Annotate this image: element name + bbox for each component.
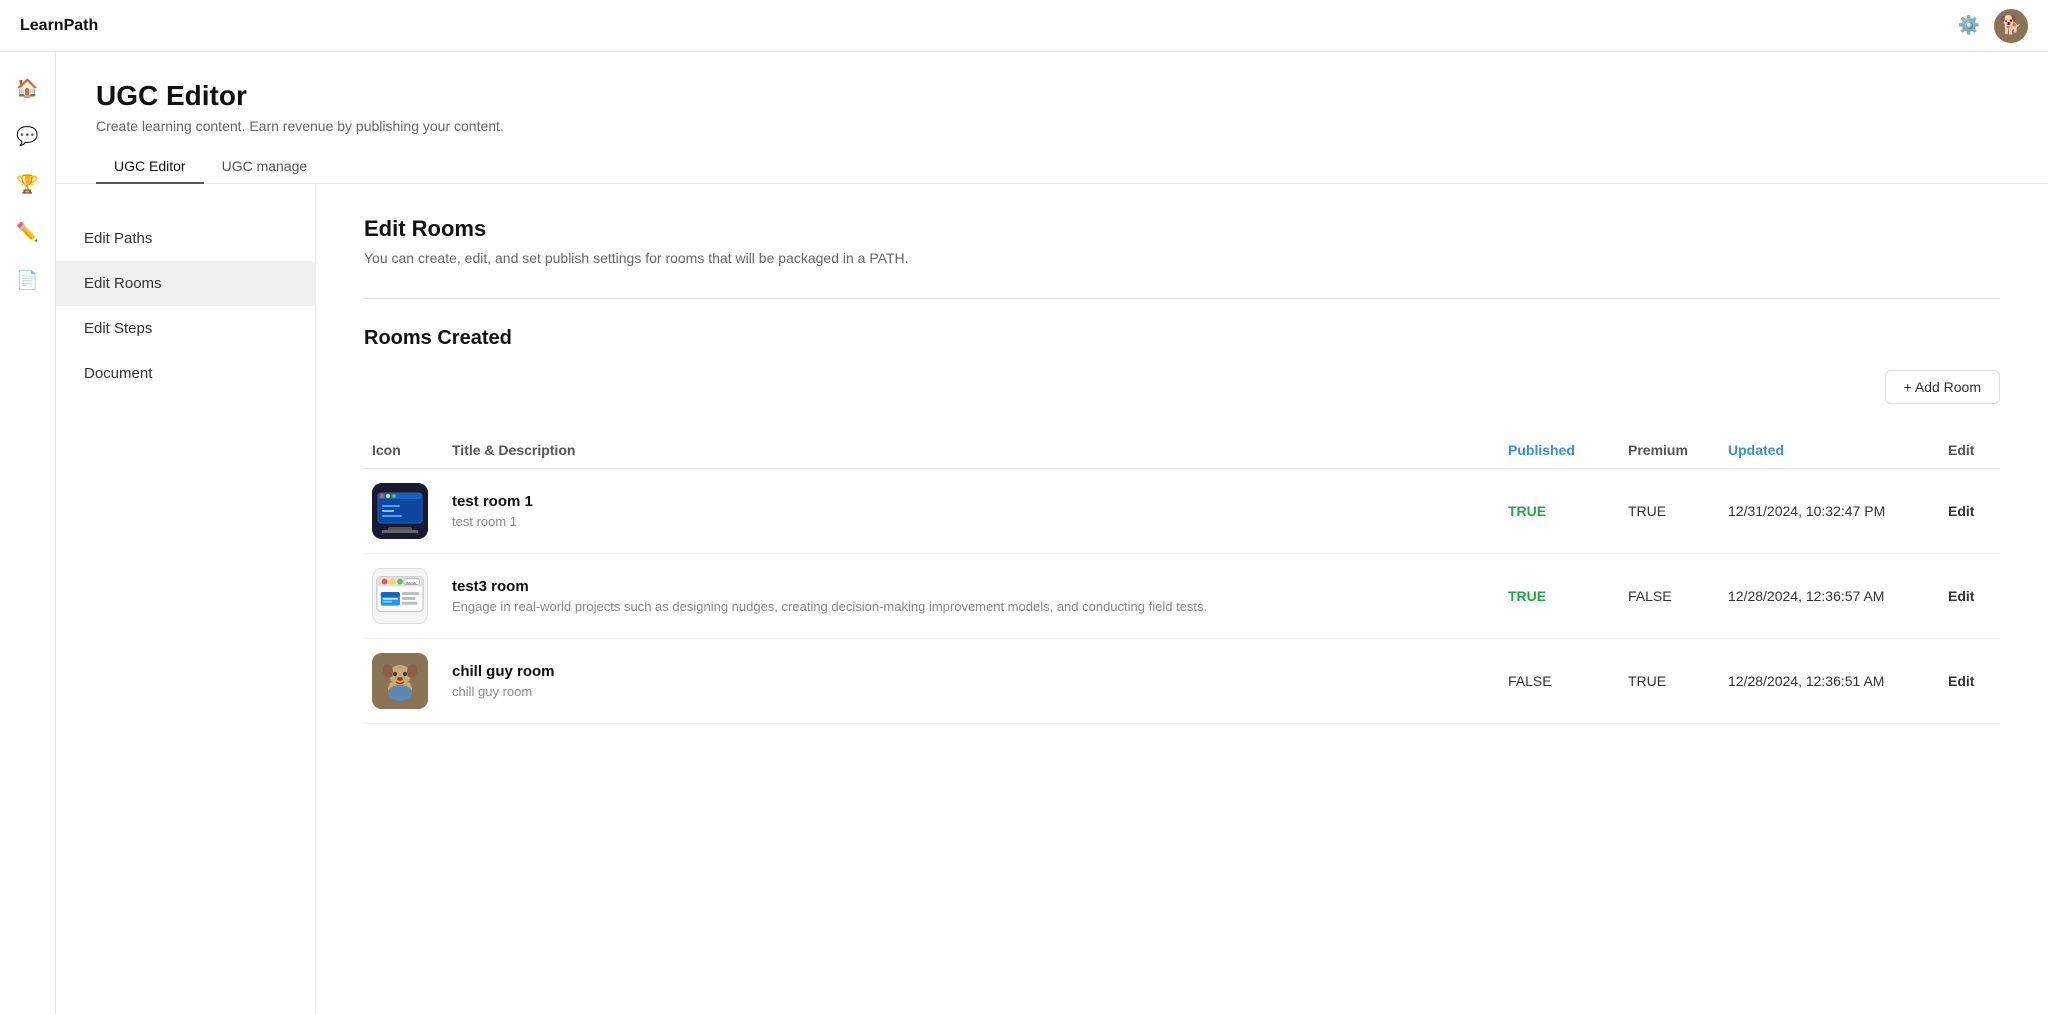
rooms-header: Rooms Created + Add Room [364, 327, 2000, 424]
edit-button-3[interactable]: Edit [1948, 673, 1974, 689]
section-title: Edit Rooms [364, 216, 2000, 242]
room-desc-2: Engage in real-world projects such as de… [452, 599, 1492, 614]
sidebar-document-icon[interactable]: 📄 [8, 260, 48, 300]
col-edit-header: Edit [1940, 442, 2000, 458]
room-published-2: TRUE [1500, 588, 1620, 604]
edit-button-1[interactable]: Edit [1948, 503, 1974, 519]
room-updated-3: 12/28/2024, 12:36:51 AM [1720, 673, 1940, 689]
section-desc: You can create, edit, and set publish se… [364, 250, 2000, 266]
nav-edit-paths[interactable]: Edit Paths [56, 216, 315, 261]
table-row: chill guy room chill guy room FALSE TRUE… [364, 639, 2000, 724]
table-row: test room 1 test room 1 TRUE TRUE 12/31/… [364, 469, 2000, 554]
page-header: UGC Editor Create learning content. Earn… [56, 52, 2048, 184]
col-updated-header: Updated [1720, 442, 1940, 458]
room-published-3: FALSE [1500, 673, 1620, 689]
col-icon-header: Icon [364, 442, 444, 458]
room-edit-2: Edit [1940, 588, 2000, 604]
sidebar-trophy-icon[interactable]: 🏆 [8, 164, 48, 204]
room-premium-1: TRUE [1620, 503, 1720, 519]
room-icon-2: www. [372, 568, 428, 624]
room-title-col-1: test room 1 test room 1 [444, 493, 1500, 529]
settings-icon[interactable]: ⚙️ [1958, 15, 1980, 36]
room-icon-col-3 [364, 653, 444, 709]
edit-button-2[interactable]: Edit [1948, 588, 1974, 604]
tab-ugc-manage[interactable]: UGC manage [204, 150, 326, 184]
room-title-col-3: chill guy room chill guy room [444, 663, 1500, 699]
main-content: Edit Rooms You can create, edit, and set… [316, 184, 2048, 1014]
sidebar: 🏠 💬 🏆 ✏️ 📄 [0, 52, 56, 1014]
room-premium-3: TRUE [1620, 673, 1720, 689]
main-wrapper: UGC Editor Create learning content. Earn… [56, 52, 2048, 1014]
room-icon-1 [372, 483, 428, 539]
svg-text:www.: www. [406, 581, 418, 586]
col-title-header: Title & Description [444, 442, 1500, 458]
code-icon [372, 483, 428, 539]
page-subtitle: Create learning content. Earn revenue by… [96, 118, 2008, 134]
topbar-right: ⚙️ 🐕 [1958, 9, 2028, 43]
page-title: UGC Editor [96, 80, 2008, 112]
tabs: UGC Editor UGC manage [96, 150, 2008, 183]
table-header: Icon Title & Description Published Premi… [364, 432, 2000, 469]
avatar[interactable]: 🐕 [1994, 9, 2028, 43]
nav-document[interactable]: Document [56, 351, 315, 396]
sidebar-home-icon[interactable]: 🏠 [8, 68, 48, 108]
content-area: Edit Paths Edit Rooms Edit Steps Documen… [56, 184, 2048, 1014]
room-icon-col [364, 483, 444, 539]
room-icon-3 [372, 653, 428, 709]
room-title-col-2: test3 room Engage in real-world projects… [444, 578, 1500, 614]
room-title-3: chill guy room [452, 663, 1492, 680]
topbar: LearnPath ⚙️ 🐕 [0, 0, 2048, 52]
web-icon: www. [373, 568, 427, 624]
room-icon-col-2: www. [364, 568, 444, 624]
room-updated-1: 12/31/2024, 10:32:47 PM [1720, 503, 1940, 519]
room-edit-1: Edit [1940, 503, 2000, 519]
col-premium-header: Premium [1620, 442, 1720, 458]
rooms-table: Icon Title & Description Published Premi… [364, 432, 2000, 724]
table-row: www. test3 room [364, 554, 2000, 639]
nav-edit-rooms[interactable]: Edit Rooms [56, 261, 315, 306]
chill-guy-icon [372, 653, 428, 709]
room-desc-1: test room 1 [452, 514, 1492, 529]
sidebar-sketch-icon[interactable]: ✏️ [8, 212, 48, 252]
tab-ugc-editor[interactable]: UGC Editor [96, 150, 204, 184]
room-desc-3: chill guy room [452, 684, 1492, 699]
room-title-2: test3 room [452, 578, 1492, 595]
room-premium-2: FALSE [1620, 588, 1720, 604]
room-edit-3: Edit [1940, 673, 2000, 689]
left-nav: Edit Paths Edit Rooms Edit Steps Documen… [56, 184, 316, 1014]
divider [364, 298, 2000, 299]
add-room-button[interactable]: + Add Room [1885, 370, 2000, 404]
room-published-1: TRUE [1500, 503, 1620, 519]
room-title-1: test room 1 [452, 493, 1492, 510]
rooms-created-title: Rooms Created [364, 327, 2000, 350]
app-logo: LearnPath [20, 17, 98, 35]
col-published-header: Published [1500, 442, 1620, 458]
room-updated-2: 12/28/2024, 12:36:57 AM [1720, 588, 1940, 604]
nav-edit-steps[interactable]: Edit Steps [56, 306, 315, 351]
sidebar-chat-icon[interactable]: 💬 [8, 116, 48, 156]
